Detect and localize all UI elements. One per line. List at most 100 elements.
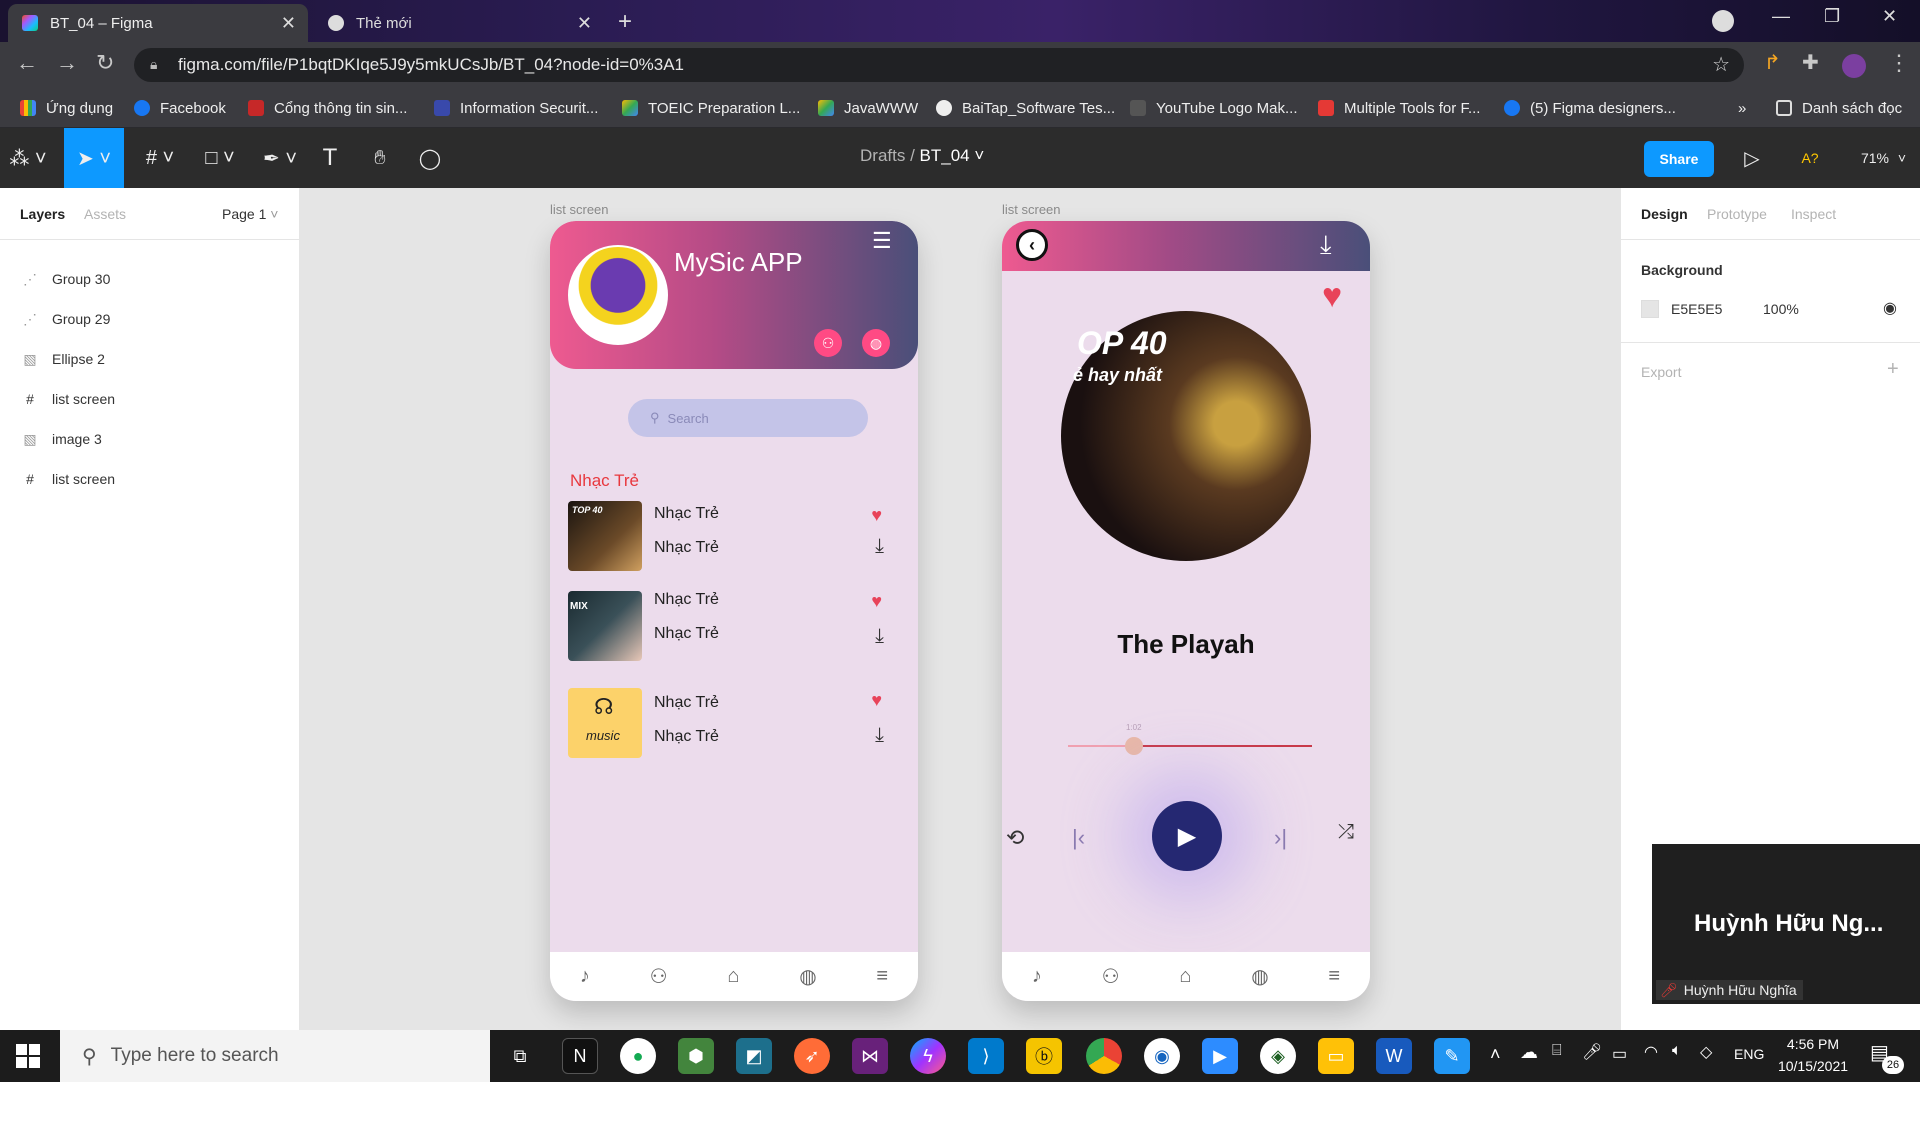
chat-icon[interactable]: ◍ — [799, 964, 816, 989]
phone-frame-player[interactable]: ‹ ⤓ ♥ OP 40 ẻ hay nhất The Playah 1:02 ⟲… — [1002, 221, 1370, 1001]
more-bookmarks-icon[interactable]: » — [1738, 96, 1746, 120]
breadcrumb-drafts[interactable]: Drafts — [860, 146, 905, 165]
layer-item[interactable]: ⋰ Group 29 — [0, 299, 300, 339]
video-tile[interactable]: Huỳnh Hữu Ng... 🎤︎ Huỳnh Hữu Nghĩa — [1652, 844, 1920, 1004]
download-icon[interactable]: ⤓ — [875, 625, 884, 648]
chat-icon[interactable]: ◍ — [862, 329, 890, 357]
present-play-icon[interactable]: ▷ — [1734, 128, 1770, 188]
bookmark-javawww[interactable]: JavaWWW — [818, 96, 918, 120]
windows-start-icon[interactable] — [16, 1044, 40, 1068]
postman-icon[interactable]: ➶ — [794, 1038, 830, 1074]
chevron-up-icon[interactable]: ˄ — [1490, 1044, 1501, 1065]
tab-new[interactable]: Thẻ mới ✕ — [314, 4, 604, 42]
word-icon[interactable]: W — [1376, 1038, 1412, 1074]
reload-icon[interactable]: ↻ — [96, 50, 114, 76]
tab-layers[interactable]: Layers — [20, 206, 65, 222]
puzzle-icon[interactable]: ✚ — [1802, 50, 1819, 75]
music-note-icon[interactable]: ♪ — [1032, 965, 1042, 988]
file-explorer-icon[interactable]: ▭ — [1318, 1038, 1354, 1074]
layer-item[interactable]: ⋰ Group 30 — [0, 259, 300, 299]
repeat-icon[interactable]: ⟲ — [1006, 825, 1024, 851]
notion-icon[interactable]: N — [562, 1038, 598, 1074]
reading-list[interactable]: Danh sách đọc — [1776, 96, 1902, 120]
chevron-down-icon[interactable]: ˅ — [1896, 128, 1908, 188]
music-note-icon[interactable]: ♪ — [580, 965, 590, 988]
tab-design[interactable]: Design — [1641, 206, 1688, 222]
bookmark-apps[interactable]: Ứng dụng — [20, 96, 113, 120]
move-tool-icon[interactable]: ➤ ˅ — [64, 128, 124, 188]
frame-label[interactable]: list screen — [550, 202, 609, 217]
forward-icon[interactable]: → — [56, 50, 78, 76]
tab-assets[interactable]: Assets — [84, 206, 126, 222]
pen-tool-icon[interactable]: ✒ ˅ — [252, 128, 308, 188]
user-icon[interactable]: ⚇ — [814, 329, 842, 357]
menu-icon[interactable]: ≡ — [876, 965, 888, 988]
hamburger-menu-icon[interactable]: ☰ — [872, 230, 892, 252]
page-selector[interactable]: Page 1 ˅ — [222, 206, 278, 222]
taskbar-search-input[interactable]: ⚲ Type here to search — [60, 1030, 490, 1082]
eye-icon[interactable]: ◉ — [1883, 298, 1897, 318]
clock-time[interactable]: 4:56 PM — [1774, 1036, 1852, 1052]
bookmark-cong-thong-tin[interactable]: Cổng thông tin sin... — [248, 96, 407, 120]
close-tab-icon[interactable]: ✕ — [281, 13, 296, 34]
previous-icon[interactable]: |‹ — [1072, 825, 1085, 851]
frame-label[interactable]: list screen — [1002, 202, 1061, 217]
friends-icon[interactable]: ⚇ — [650, 964, 668, 989]
visual-studio-icon[interactable]: ⋈ — [852, 1038, 888, 1074]
tab-prototype[interactable]: Prototype — [1707, 206, 1767, 222]
comment-tool-icon[interactable]: ◯ — [410, 128, 450, 188]
address-bar[interactable]: 🔒︎ figma.com/file/P1bqtDKIqe5J9y5mkUCsJb… — [134, 48, 1744, 82]
heart-icon[interactable]: ♥ — [871, 505, 882, 526]
frame-tool-icon[interactable]: # ˅ — [132, 128, 188, 188]
home-icon[interactable]: ⌂ — [1179, 965, 1191, 988]
heart-icon[interactable]: ♥ — [871, 690, 882, 711]
app-icon[interactable]: ◉ — [1144, 1038, 1180, 1074]
tab-inspect[interactable]: Inspect — [1791, 206, 1836, 222]
background-opacity[interactable]: 100% — [1763, 301, 1799, 317]
friends-icon[interactable]: ⚇ — [1102, 964, 1120, 989]
bookmark-youtube-logo[interactable]: YouTube Logo Mak... — [1130, 96, 1298, 120]
file-name[interactable]: BT_04 — [920, 146, 970, 165]
bookmark-figma-designers[interactable]: (5) Figma designers... — [1504, 96, 1676, 120]
zoom-icon[interactable]: ▶ — [1202, 1038, 1238, 1074]
close-window-icon[interactable]: ✕ — [1882, 6, 1897, 27]
layer-item[interactable]: ▧ Ellipse 2 — [0, 339, 300, 379]
search-input[interactable]: ⚲ Search — [628, 399, 868, 437]
design-canvas[interactable] — [300, 188, 1620, 1030]
next-icon[interactable]: ›| — [1274, 825, 1287, 851]
profile-dropdown-icon[interactable] — [1712, 10, 1734, 32]
download-icon[interactable]: ⤓ — [1320, 229, 1332, 261]
color-swatch[interactable] — [1641, 300, 1659, 318]
bookmark-toeic[interactable]: TOEIC Preparation L... — [622, 96, 800, 120]
shuffle-icon[interactable]: ⤮ — [1338, 821, 1354, 844]
close-tab-icon[interactable]: ✕ — [577, 13, 592, 34]
bookmark-facebook[interactable]: Facebook — [134, 96, 226, 120]
share-button[interactable]: Share — [1644, 141, 1714, 177]
missing-fonts-indicator[interactable]: A? — [1790, 128, 1830, 188]
chrome-icon[interactable] — [1086, 1038, 1122, 1074]
minimize-icon[interactable]: — — [1772, 6, 1790, 27]
nodejs-icon[interactable]: ⬢ — [678, 1038, 714, 1074]
onedrive-icon[interactable]: ☁ — [1520, 1042, 1538, 1063]
app-icon[interactable]: ⓑ — [1026, 1038, 1062, 1074]
hand-tool-icon[interactable]: ✋︎ — [360, 128, 400, 188]
heart-icon[interactable]: ♥ — [1322, 277, 1342, 316]
wifi-icon[interactable]: ◠ — [1644, 1042, 1658, 1062]
usb-icon[interactable]: ⌸ — [1552, 1042, 1562, 1060]
play-button[interactable]: ▶ — [1152, 801, 1222, 871]
add-export-icon[interactable]: + — [1887, 358, 1899, 381]
download-icon[interactable]: ⤓ — [875, 535, 884, 558]
extension-icon[interactable]: ↱ — [1764, 50, 1781, 75]
seek-handle[interactable] — [1124, 737, 1143, 755]
layer-item[interactable]: # list screen — [0, 379, 300, 419]
layer-item[interactable]: # list screen — [0, 459, 300, 499]
seek-bar[interactable] — [1068, 737, 1312, 755]
messenger-icon[interactable]: ϟ — [910, 1038, 946, 1074]
menu-icon[interactable]: ≡ — [1328, 965, 1340, 988]
avatar[interactable] — [1842, 54, 1866, 78]
dropbox-icon[interactable]: ◇ — [1700, 1042, 1712, 1062]
paint-icon[interactable]: ✎ — [1434, 1038, 1470, 1074]
background-hex[interactable]: E5E5E5 — [1671, 301, 1722, 317]
task-view-icon[interactable]: ⧉ — [502, 1038, 538, 1074]
mongodb-icon[interactable]: ● — [620, 1038, 656, 1074]
